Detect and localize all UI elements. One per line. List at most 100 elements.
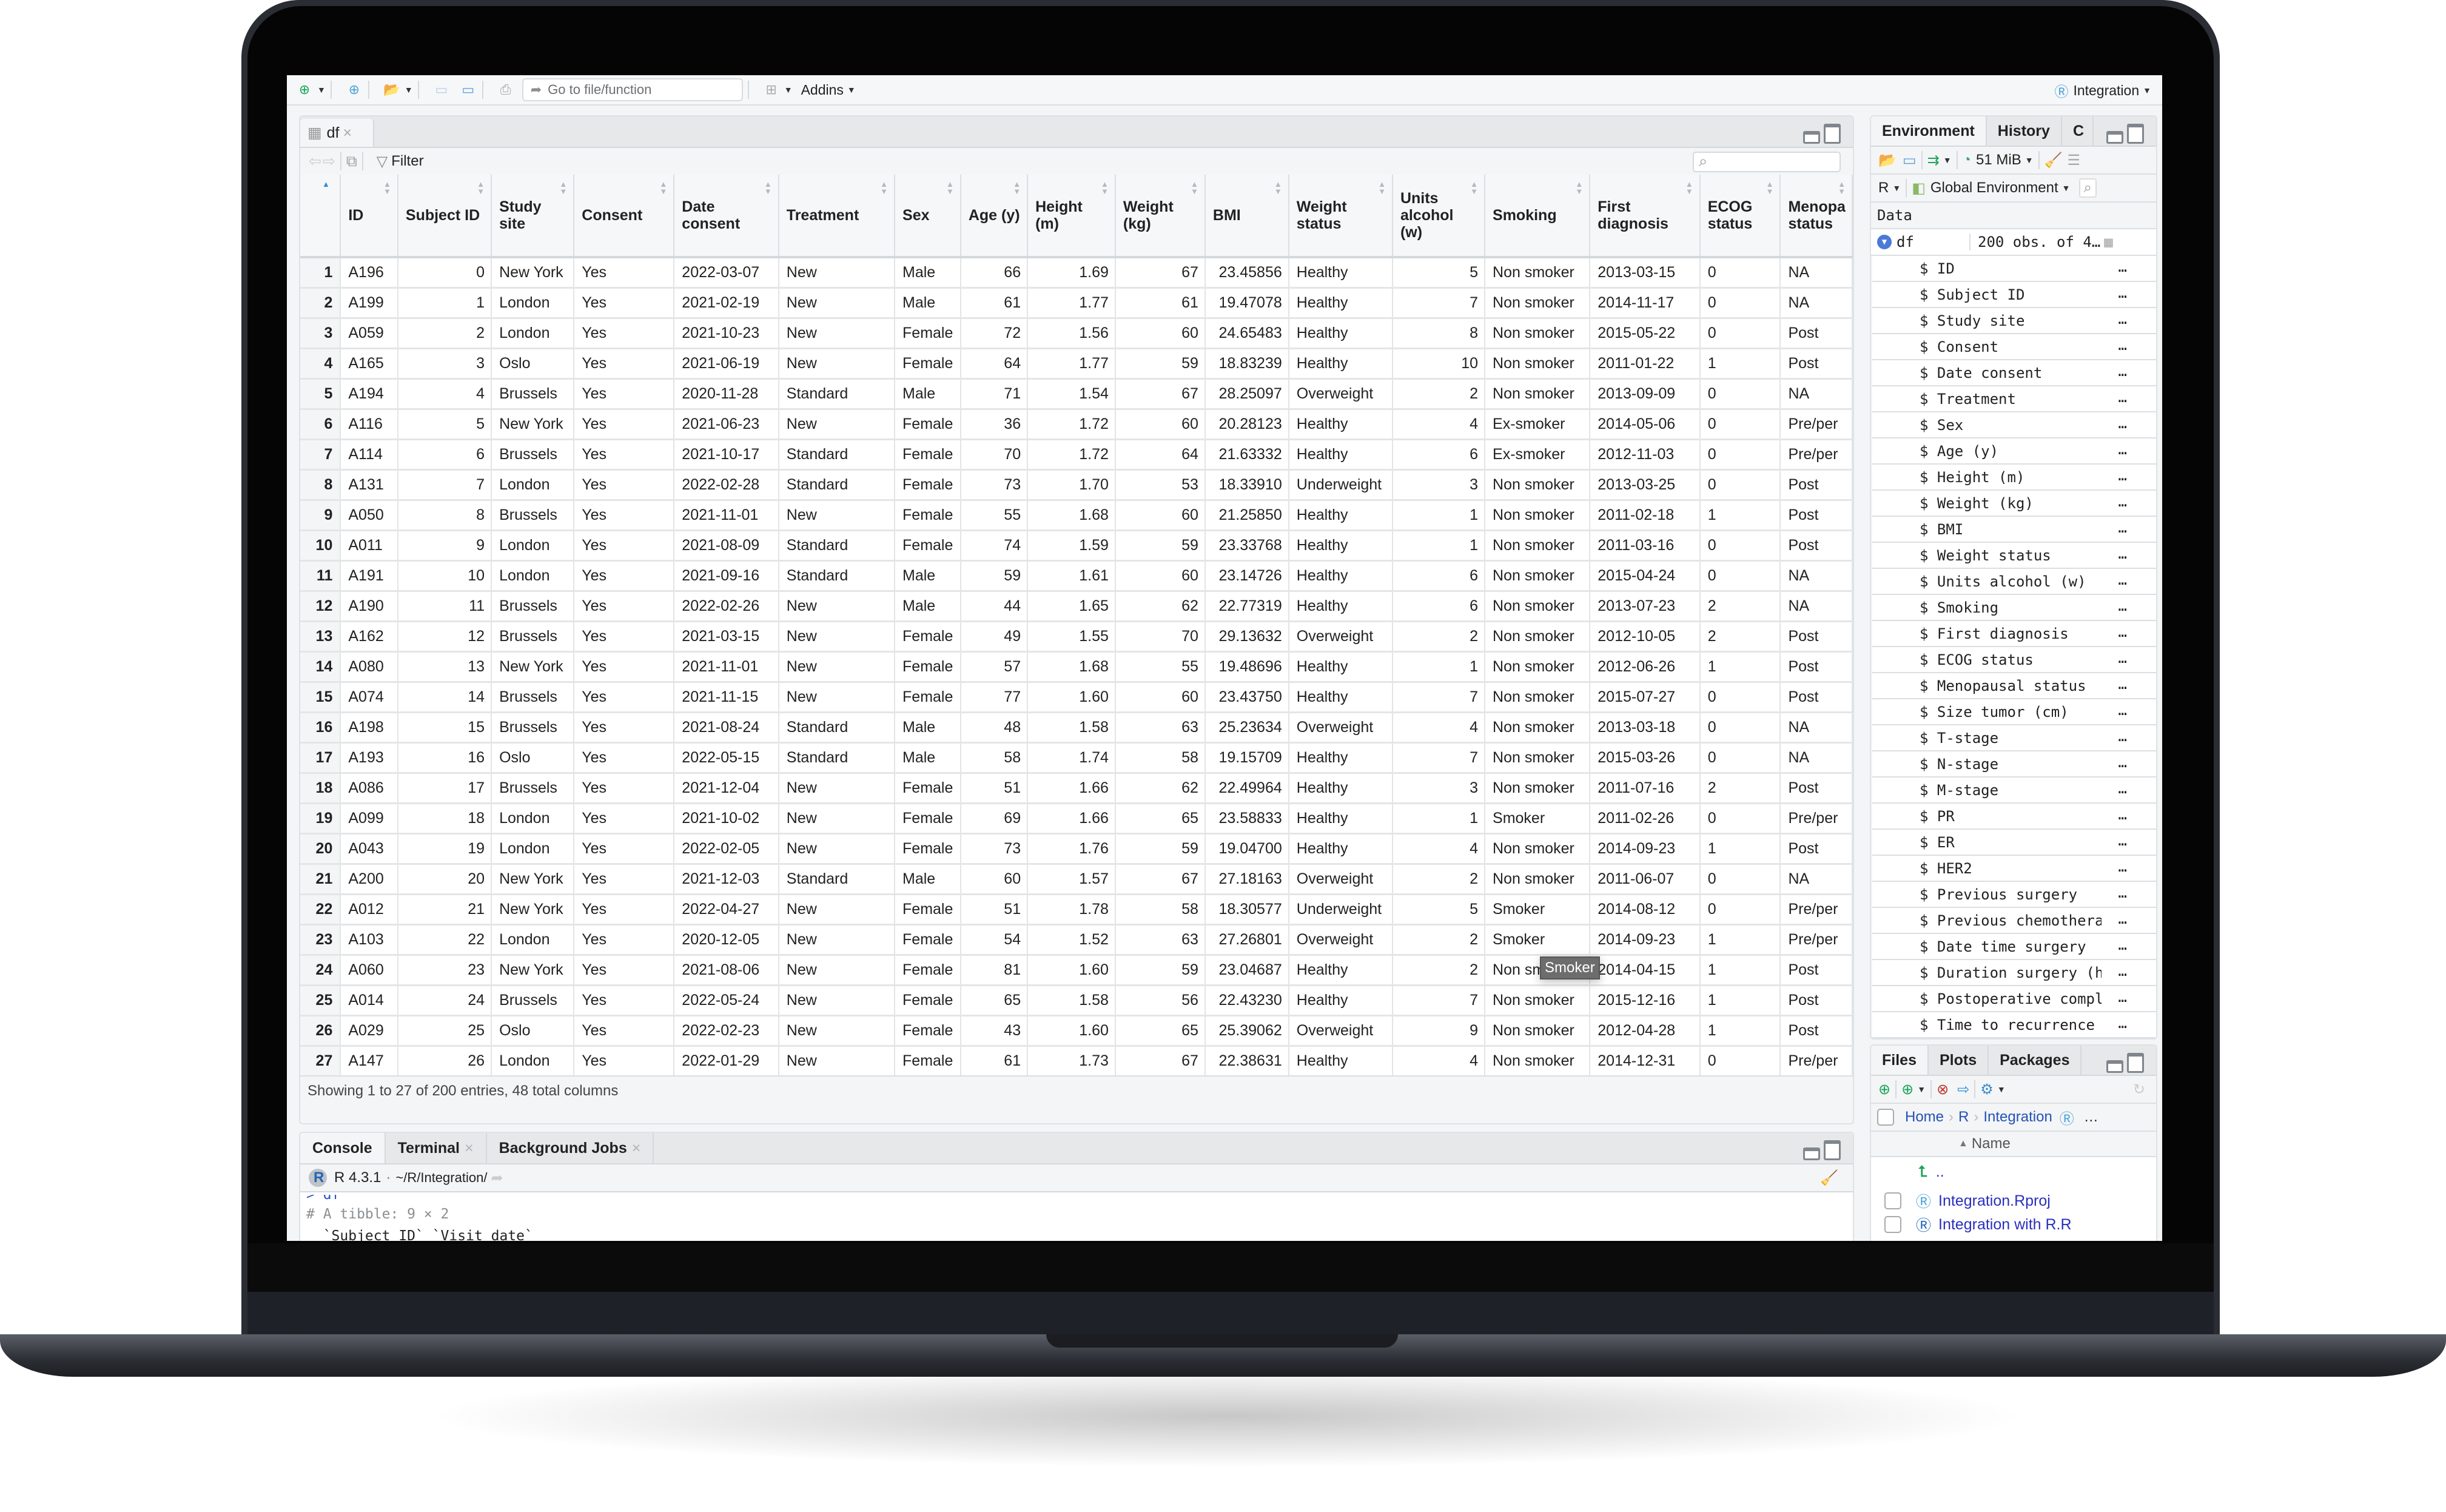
expand-icon[interactable]: ▼ xyxy=(1877,235,1892,249)
chevron-down-icon[interactable]: ▼ xyxy=(784,85,793,95)
chevron-down-icon[interactable]: ▼ xyxy=(1892,183,1901,193)
sort-icon[interactable]: ▲ ▼ xyxy=(1575,180,1583,195)
memory-usage[interactable]: 51 MiB xyxy=(1976,152,2021,169)
table-row[interactable]: 6 A116 5 New York Yes 2021-06-23 New Female 36 1.… xyxy=(300,409,1853,440)
file-row[interactable]: Ⓡ Integration.Rproj xyxy=(1871,1186,2156,1215)
breadcrumb-integration[interactable]: Integration xyxy=(1983,1109,2052,1126)
close-icon[interactable]: × xyxy=(632,1140,641,1157)
table-row[interactable]: 12 A190 11 Brussels Yes 2022-02-26 New Male 44 1.… xyxy=(300,591,1853,622)
tab-plots[interactable]: Plots xyxy=(1929,1046,1989,1075)
env-column-item[interactable]: $ Time to recurrence… xyxy=(1872,1012,2156,1038)
sort-icon[interactable]: ▲ ▼ xyxy=(1191,180,1198,195)
list-view-icon[interactable]: ☰ xyxy=(2068,152,2081,169)
minimize-pane-icon[interactable] xyxy=(2106,1060,2123,1073)
print-icon[interactable]: ⎙ xyxy=(497,81,515,99)
sort-icon[interactable]: ▲ ▼ xyxy=(477,180,485,195)
sort-icon[interactable]: ▲ ▼ xyxy=(1470,180,1478,195)
sort-icon[interactable]: ▲ ▼ xyxy=(1013,180,1021,195)
sort-icon[interactable]: ▲ ▼ xyxy=(1378,180,1386,195)
table-row[interactable]: 24 A060 23 New York Yes 2021-08-06 New Female 81… xyxy=(300,955,1853,986)
close-icon[interactable]: × xyxy=(343,124,352,142)
clear-workspace-icon[interactable]: 🧹 xyxy=(2044,152,2063,169)
table-row[interactable]: 1 A196 0 New York Yes 2022-03-07 New Male 66 1.69… xyxy=(300,257,1853,289)
minimize-pane-icon[interactable] xyxy=(1803,131,1820,144)
env-column-item[interactable]: $ Treatment… xyxy=(1872,386,2156,412)
save-workspace-icon[interactable]: ▭ xyxy=(1903,152,1917,169)
env-column-item[interactable]: $ Weight status… xyxy=(1872,543,2156,569)
column-header[interactable]: ▲ ▼ Units alcohol (w) xyxy=(1392,175,1486,258)
close-icon[interactable]: × xyxy=(465,1140,474,1157)
tab-environment[interactable]: Environment xyxy=(1871,116,1987,146)
env-column-item[interactable]: $ M-stage… xyxy=(1872,778,2156,804)
column-header[interactable]: ▲ ▼ Height (m) xyxy=(1027,175,1116,258)
env-search-icon[interactable]: ⌕ xyxy=(2078,178,2097,198)
env-column-item[interactable]: $ ER… xyxy=(1872,830,2156,856)
tab-terminal[interactable]: Terminal × xyxy=(386,1133,487,1163)
table-row[interactable]: 13 A162 12 Brussels Yes 2021-03-15 New Female 49… xyxy=(300,621,1853,653)
import-dataset-icon[interactable]: ⇉ xyxy=(1927,152,1940,169)
column-header[interactable]: ▲ ▼ Weight status xyxy=(1288,175,1393,258)
filter-button[interactable]: ▽ Filter xyxy=(377,153,424,170)
column-header[interactable]: ▲ ▼ ECOG status xyxy=(1699,175,1781,258)
table-row[interactable]: 5 A194 4 Brussels Yes 2020-11-28 Standard Male 7… xyxy=(300,378,1853,410)
env-column-item[interactable]: $ ID… xyxy=(1872,256,2156,282)
select-all-checkbox[interactable] xyxy=(1877,1109,1894,1126)
tab-packages[interactable]: Packages xyxy=(1989,1046,2082,1075)
open-file-icon[interactable]: 📂 xyxy=(383,81,401,99)
table-row[interactable]: 9 A050 8 Brussels Yes 2021-11-01 New Female 55 1.… xyxy=(300,500,1853,531)
column-header[interactable]: ▲ ▼ Age (y) xyxy=(960,175,1029,258)
column-header[interactable]: ▲ ▼ Consent xyxy=(574,175,675,258)
file-checkbox[interactable] xyxy=(1884,1192,1901,1209)
gear-icon[interactable]: ⚙ xyxy=(1980,1081,1994,1098)
tab-background-jobs[interactable]: Background Jobs × xyxy=(487,1133,654,1163)
files-header[interactable]: ▲ Name xyxy=(1871,1132,2156,1157)
chevron-down-icon[interactable]: ▼ xyxy=(1943,155,1952,165)
scope-select[interactable]: Global Environment xyxy=(1930,180,2058,197)
env-column-item[interactable]: $ Consent… xyxy=(1872,334,2156,360)
forward-icon[interactable]: ⇨ xyxy=(323,152,335,170)
sort-asc-icon[interactable]: ▲ xyxy=(322,180,330,188)
table-row[interactable]: 4 A165 3 Oslo Yes 2021-06-19 New Female 64 1.77 59… xyxy=(300,348,1853,380)
sort-icon[interactable]: ▲ ▼ xyxy=(764,180,772,195)
chevron-down-icon[interactable]: ▼ xyxy=(405,85,413,95)
table-row[interactable]: 2 A199 1 London Yes 2021-02-19 New Male 61 1.77 61… xyxy=(300,287,1853,319)
pane-layout-icon[interactable]: ⊞ xyxy=(762,81,781,99)
tab-connections[interactable]: C xyxy=(2062,116,2094,146)
table-row[interactable]: 8 A131 7 London Yes 2022-02-28 Standard Female 7… xyxy=(300,469,1853,501)
tab-history[interactable]: History xyxy=(1987,116,2062,146)
goto-dir-icon[interactable]: ➦ xyxy=(491,1169,503,1187)
maximize-pane-icon[interactable] xyxy=(2127,1053,2144,1073)
sort-icon[interactable]: ▲ ▼ xyxy=(946,180,954,195)
column-header[interactable]: ▲ ▼ BMI xyxy=(1205,175,1289,258)
tab-console[interactable]: Console xyxy=(300,1133,386,1163)
minimize-pane-icon[interactable] xyxy=(2106,131,2123,144)
chevron-down-icon[interactable]: ▼ xyxy=(1917,1084,1926,1094)
table-row[interactable]: 23 A103 22 London Yes 2020-12-05 New Female 54 1.… xyxy=(300,924,1853,956)
env-column-item[interactable]: $ Study site… xyxy=(1872,308,2156,334)
breadcrumb-r[interactable]: R xyxy=(1958,1109,1969,1126)
clear-console-icon[interactable]: 🧹 xyxy=(1820,1169,1838,1187)
file-link[interactable]: Integration.Rproj xyxy=(1938,1192,2051,1210)
maximize-pane-icon[interactable] xyxy=(1824,124,1841,144)
viewer-search-input[interactable]: ⌕ xyxy=(1693,152,1841,172)
save-icon[interactable]: ▭ xyxy=(432,81,451,99)
env-column-item[interactable]: $ HER2… xyxy=(1872,856,2156,882)
minimize-pane-icon[interactable] xyxy=(1803,1147,1820,1160)
maximize-pane-icon[interactable] xyxy=(2127,124,2144,144)
table-row[interactable]: 21 A200 20 New York Yes 2021-12-03 Standard Mal… xyxy=(300,864,1853,895)
env-object-df[interactable]: ▼ df 200 obs. of 4… ▦ xyxy=(1871,229,2156,256)
column-header[interactable]: ▲ ▼ Sex xyxy=(895,175,961,258)
env-column-item[interactable]: $ ECOG status… xyxy=(1872,647,2156,673)
table-row[interactable]: 22 A012 21 New York Yes 2022-04-27 New Female 51… xyxy=(300,894,1853,926)
file-link[interactable]: Integration with R.R xyxy=(1938,1216,2072,1234)
new-project-icon[interactable]: ⊕ xyxy=(345,81,363,99)
sort-icon[interactable]: ▲ ▼ xyxy=(880,180,888,195)
load-workspace-icon[interactable]: 📂 xyxy=(1878,152,1897,169)
table-row[interactable]: 20 A043 19 London Yes 2022-02-05 New Female 73 1.… xyxy=(300,833,1853,865)
new-blank-file-icon[interactable]: ⊕ xyxy=(1901,1081,1913,1098)
env-column-item[interactable]: $ Previous chemothera…… xyxy=(1872,908,2156,934)
column-header[interactable]: ▲ ▼ Weight (kg) xyxy=(1115,175,1206,258)
breadcrumb-home[interactable]: Home xyxy=(1905,1109,1944,1126)
refresh-icon[interactable]: ↻ xyxy=(2133,1081,2145,1098)
table-row[interactable]: 26 A029 25 Oslo Yes 2022-02-23 New Female 43 1.60… xyxy=(300,1015,1853,1047)
